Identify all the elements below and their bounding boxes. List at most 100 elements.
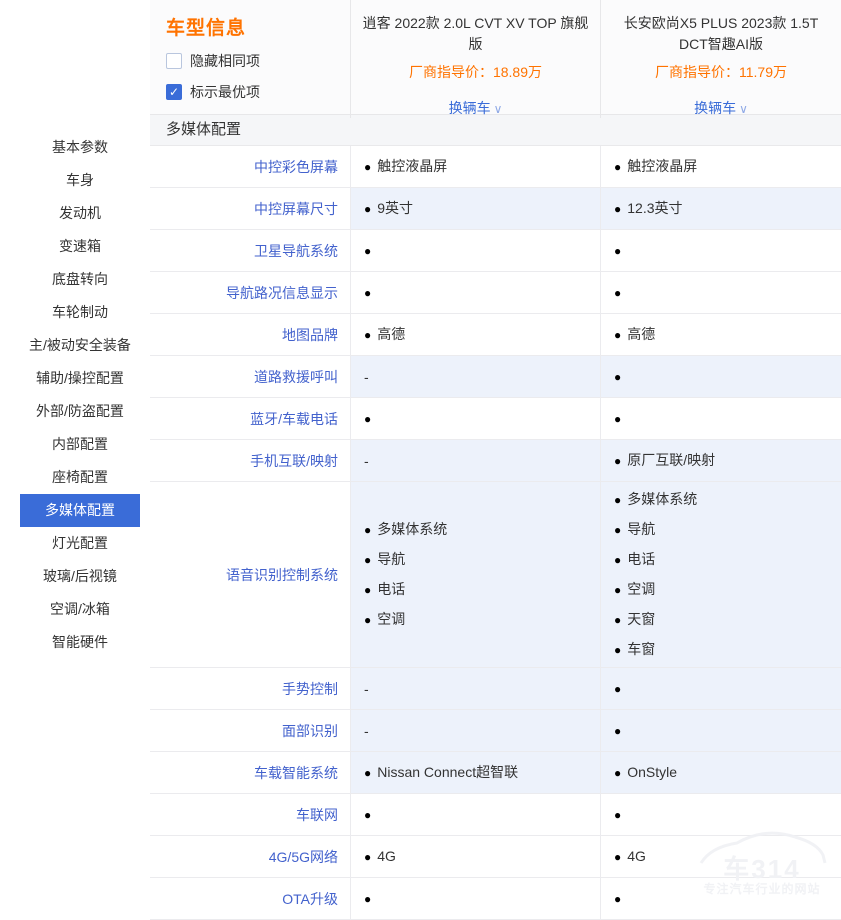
sidebar-item[interactable]: 基本参数 bbox=[20, 131, 140, 164]
change-car-button[interactable]: 换辆车∨ bbox=[694, 98, 748, 118]
spec-value-text: 车窗 bbox=[627, 641, 655, 658]
car-msrp-price: 厂商指导价：11.79万 bbox=[611, 62, 831, 82]
equipped-dot-icon: ● bbox=[614, 584, 621, 596]
table-row: 道路救援呼叫- ● bbox=[150, 356, 841, 398]
equipped-dot-icon: ● bbox=[614, 329, 621, 341]
equipped-dot-icon: ● bbox=[364, 329, 371, 341]
spec-label-link[interactable]: 手势控制 bbox=[150, 668, 350, 709]
spec-value-cell: - bbox=[350, 668, 600, 709]
spec-value-text: 天窗 bbox=[627, 611, 655, 628]
checkbox-checked-icon[interactable]: ✓ bbox=[166, 84, 182, 100]
spec-value-cell: ● bbox=[600, 356, 841, 397]
spec-label-link[interactable]: 面部识别 bbox=[150, 710, 350, 751]
sidebar-item[interactable]: 主/被动安全装备 bbox=[20, 329, 140, 362]
equipped-dot-icon: ● bbox=[364, 554, 371, 566]
spec-label-link[interactable]: 道路救援呼叫 bbox=[150, 356, 350, 397]
car-name-link[interactable]: 长安欧尚X5 PLUS 2023款 1.5T DCT智趣AI版 bbox=[611, 13, 831, 55]
car-header-column: 逍客 2022款 2.0L CVT XV TOP 旗舰版厂商指导价：18.89万… bbox=[350, 0, 600, 118]
spec-label-link[interactable]: 蓝牙/车载电话 bbox=[150, 398, 350, 439]
spec-label-link[interactable]: OTA升级 bbox=[150, 878, 350, 919]
spec-value-item: ●Nissan Connect超智联 bbox=[364, 764, 518, 781]
spec-label-link[interactable]: 中控彩色屏幕 bbox=[150, 146, 350, 187]
equipped-dot-icon: ● bbox=[364, 809, 371, 821]
sidebar-item[interactable]: 智能硬件 bbox=[20, 626, 140, 659]
sidebar-item[interactable]: 座椅配置 bbox=[20, 461, 140, 494]
car-header-column: 长安欧尚X5 PLUS 2023款 1.5T DCT智趣AI版厂商指导价：11.… bbox=[600, 0, 841, 118]
sidebar-item[interactable]: 外部/防盗配置 bbox=[20, 395, 140, 428]
spec-label-link[interactable]: 车联网 bbox=[150, 794, 350, 835]
spec-value-item: ●触控液晶屏 bbox=[364, 158, 447, 175]
spec-value-text: 空调 bbox=[627, 581, 655, 598]
sidebar-item[interactable]: 辅助/操控配置 bbox=[20, 362, 140, 395]
checkbox-unchecked-icon[interactable] bbox=[166, 53, 182, 69]
equipped-dot-icon: ● bbox=[364, 893, 371, 905]
table-row: 中控屏幕尺寸●9英寸●12.3英寸 bbox=[150, 188, 841, 230]
spec-label-link[interactable]: 手机互联/映射 bbox=[150, 440, 350, 481]
spec-value-cell: - bbox=[350, 356, 600, 397]
spec-value-item: ●高德 bbox=[614, 326, 655, 343]
spec-label-link[interactable]: 语音识别控制系统 bbox=[150, 482, 350, 667]
spec-value-cell: ● bbox=[600, 230, 841, 271]
filter-options: 隐藏相同项 ✓标示最优项 bbox=[166, 51, 350, 102]
spec-value-cell: ● bbox=[600, 710, 841, 751]
sidebar-item[interactable]: 空调/冰箱 bbox=[20, 593, 140, 626]
sidebar-item[interactable]: 车身 bbox=[20, 164, 140, 197]
change-car-button[interactable]: 换辆车∨ bbox=[449, 98, 503, 118]
sidebar-item[interactable]: 变速箱 bbox=[20, 230, 140, 263]
equipped-dot-icon: ● bbox=[364, 614, 371, 626]
spec-value-cell: ● bbox=[350, 794, 600, 835]
spec-value-item: ● bbox=[364, 893, 377, 905]
sidebar-item[interactable]: 玻璃/后视镜 bbox=[20, 560, 140, 593]
spec-label-link[interactable]: 车载智能系统 bbox=[150, 752, 350, 793]
equipped-dot-icon: ● bbox=[614, 203, 621, 215]
spec-value-text: 多媒体系统 bbox=[627, 491, 697, 508]
spec-value-text: 原厂互联/映射 bbox=[627, 452, 715, 469]
sidebar-item[interactable]: 发动机 bbox=[20, 197, 140, 230]
spec-value-item: ● bbox=[614, 683, 627, 695]
spec-label-link[interactable]: 4G/5G网络 bbox=[150, 836, 350, 877]
spec-value-text: 空调 bbox=[377, 611, 405, 628]
spec-value-item: ● OnStyle bbox=[614, 764, 677, 781]
spec-value-text: 多媒体系统 bbox=[377, 521, 447, 538]
spec-value-text: 触控液晶屏 bbox=[627, 158, 697, 175]
spec-value-item: ● bbox=[614, 413, 627, 425]
equipped-dot-icon: ● bbox=[364, 413, 371, 425]
sidebar-item[interactable]: 底盘转向 bbox=[20, 263, 140, 296]
model-info-title: 车型信息 bbox=[166, 13, 350, 40]
spec-label-link[interactable]: 导航路况信息显示 bbox=[150, 272, 350, 313]
equipped-dot-icon: ● bbox=[614, 767, 621, 779]
spec-value-cell: ●12.3英寸 bbox=[600, 188, 841, 229]
table-row: 车联网●● bbox=[150, 794, 841, 836]
section-header: 多媒体配置 bbox=[150, 115, 841, 146]
equipped-dot-icon: ● bbox=[614, 524, 621, 536]
sidebar-item[interactable]: 多媒体配置 bbox=[20, 494, 140, 527]
spec-value-item: ● 空调 bbox=[614, 581, 655, 598]
chevron-down-icon: ∨ bbox=[494, 102, 503, 116]
filter-checkbox-row[interactable]: ✓标示最优项 bbox=[166, 82, 350, 102]
spec-value-text: OnStyle bbox=[627, 764, 677, 781]
spec-value-item: ●触控液晶屏 bbox=[614, 158, 697, 175]
table-row: 导航路况信息显示●● bbox=[150, 272, 841, 314]
equipped-dot-icon: ● bbox=[614, 494, 621, 506]
spec-label-link[interactable]: 地图品牌 bbox=[150, 314, 350, 355]
filter-checkbox-row[interactable]: 隐藏相同项 bbox=[166, 51, 350, 71]
sidebar-item[interactable]: 灯光配置 bbox=[20, 527, 140, 560]
spec-not-available: - bbox=[364, 723, 369, 739]
equipped-dot-icon: ● bbox=[614, 893, 621, 905]
spec-label-link[interactable]: 卫星导航系统 bbox=[150, 230, 350, 271]
spec-value-cell: - bbox=[350, 710, 600, 751]
equipped-dot-icon: ● bbox=[364, 524, 371, 536]
sidebar-item[interactable]: 内部配置 bbox=[20, 428, 140, 461]
spec-value-item: ● bbox=[614, 893, 627, 905]
spec-not-available: - bbox=[364, 369, 369, 385]
sidebar-item[interactable]: 车轮制动 bbox=[20, 296, 140, 329]
spec-value-item: ●4G bbox=[614, 848, 646, 865]
car-name-link[interactable]: 逍客 2022款 2.0L CVT XV TOP 旗舰版 bbox=[361, 13, 590, 55]
table-row: 车载智能系统 ●Nissan Connect超智联 ● OnStyle bbox=[150, 752, 841, 794]
spec-value-text: 4G bbox=[627, 848, 646, 865]
spec-value-item: ●导航 bbox=[364, 551, 405, 568]
spec-label-link[interactable]: 中控屏幕尺寸 bbox=[150, 188, 350, 229]
spec-value-text: 电话 bbox=[377, 581, 405, 598]
equipped-dot-icon: ● bbox=[614, 614, 621, 626]
spec-value-cell: ●触控液晶屏 bbox=[350, 146, 600, 187]
